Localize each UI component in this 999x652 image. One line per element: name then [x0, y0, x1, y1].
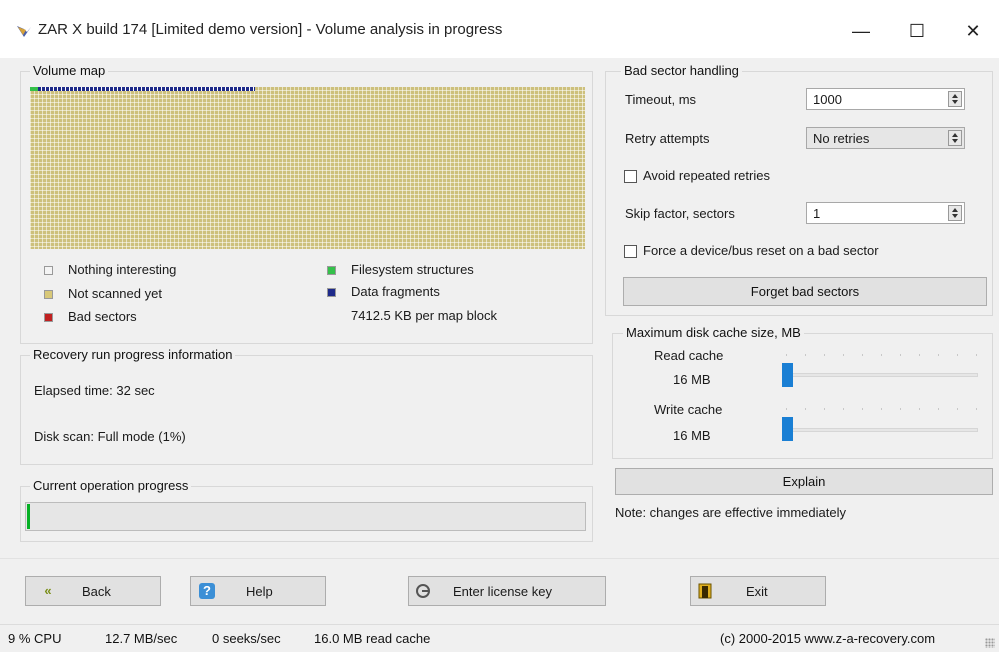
license-label: Enter license key [453, 584, 552, 599]
write-cache-slider[interactable] [782, 428, 978, 432]
read-cache-ticks [786, 354, 978, 356]
operation-progress-fill [27, 504, 30, 529]
write-cache-ticks [786, 408, 978, 410]
timeout-spinner[interactable]: 1000 [806, 88, 965, 110]
operation-progress-bar [25, 502, 586, 531]
explain-button[interactable]: Explain [615, 468, 993, 495]
button-bar-separator [0, 558, 999, 559]
back-label: Back [82, 584, 111, 599]
exit-label: Exit [746, 584, 768, 599]
status-cpu: 9 % CPU [8, 631, 62, 646]
app-icon [15, 24, 33, 40]
timeout-value: 1000 [813, 92, 842, 107]
timeout-label: Timeout, ms [625, 92, 697, 107]
retry-attempts-select[interactable]: No retries [806, 127, 965, 149]
read-cache-slider-thumb[interactable] [782, 363, 793, 387]
bad-sector-label: Bad sector handling [621, 63, 742, 78]
cache-label: Maximum disk cache size, MB [623, 325, 804, 340]
legend-swatch-filesystem [327, 266, 336, 275]
disk-scan-status: Disk scan: Full mode (1%) [34, 429, 186, 444]
legend-swatch-nothing-interesting [44, 266, 53, 275]
volume-map-filesystem-blocks [30, 87, 38, 91]
read-cache-slider[interactable] [782, 373, 978, 377]
legend-swatch-bad-sectors [44, 313, 53, 322]
minimize-button[interactable]: — [838, 14, 884, 48]
window-title: ZAR X build 174 [Limited demo version] -… [38, 21, 503, 38]
close-button[interactable]: ✕ [950, 14, 996, 48]
map-block-size: 7412.5 KB per map block [351, 308, 497, 323]
legend-nothing-interesting: Nothing interesting [68, 262, 177, 277]
retry-label: Retry attempts [625, 131, 710, 146]
enter-license-key-button[interactable]: Enter license key [408, 576, 606, 606]
legend-swatch-not-scanned [44, 290, 53, 299]
write-cache-value: 16 MB [673, 428, 711, 443]
volume-map-grid [30, 87, 585, 249]
legend-swatch-data-fragments [327, 288, 336, 297]
skip-factor-label: Skip factor, sectors [625, 206, 735, 221]
recovery-info-group [20, 355, 593, 465]
skip-factor-spin-arrows[interactable] [948, 205, 962, 221]
skip-factor-spinner[interactable]: 1 [806, 202, 965, 224]
write-cache-label: Write cache [654, 402, 723, 417]
back-button[interactable]: « Back [25, 576, 161, 606]
avoid-retries-checkbox[interactable] [624, 170, 637, 183]
write-cache-slider-thumb[interactable] [782, 417, 793, 441]
elapsed-time: Elapsed time: 32 sec [34, 383, 155, 398]
double-left-arrow-icon: « [44, 583, 52, 598]
door-icon [697, 583, 713, 599]
legend-not-scanned: Not scanned yet [68, 286, 162, 301]
volume-map-label: Volume map [30, 63, 109, 78]
read-cache-label: Read cache [654, 348, 724, 363]
cache-note: Note: changes are effective immediately [615, 505, 846, 520]
exit-button[interactable]: Exit [690, 576, 826, 606]
volume-map-scanned-blocks [30, 87, 255, 91]
maximize-button[interactable]: ☐ [894, 14, 940, 48]
avoid-retries-label: Avoid repeated retries [643, 168, 770, 183]
read-cache-value: 16 MB [673, 372, 711, 387]
legend-bad-sectors: Bad sectors [68, 309, 137, 324]
key-icon [415, 583, 431, 599]
help-button[interactable]: ? Help [190, 576, 326, 606]
current-operation-label: Current operation progress [30, 478, 192, 493]
status-throughput: 12.7 MB/sec [105, 631, 178, 646]
retry-value: No retries [813, 131, 870, 146]
skip-factor-value: 1 [813, 206, 821, 221]
status-read-cache: 16.0 MB read cache [314, 631, 431, 646]
status-seeks: 0 seeks/sec [212, 631, 281, 646]
help-label: Help [246, 584, 273, 599]
legend-data-fragments: Data fragments [351, 284, 440, 299]
status-copyright: (c) 2000-2015 www.z-a-recovery.com [720, 631, 936, 646]
legend-filesystem-structures: Filesystem structures [351, 262, 474, 277]
timeout-spin-arrows[interactable] [948, 91, 962, 107]
panel-divider [602, 548, 603, 549]
force-reset-checkbox[interactable] [624, 245, 637, 258]
force-reset-label: Force a device/bus reset on a bad sector [643, 243, 879, 258]
retry-spin-arrows[interactable] [948, 130, 962, 146]
resize-grip[interactable] [985, 638, 995, 648]
help-icon: ? [199, 583, 215, 599]
recovery-info-label: Recovery run progress information [30, 347, 236, 362]
forget-bad-sectors-button[interactable]: Forget bad sectors [623, 277, 987, 306]
